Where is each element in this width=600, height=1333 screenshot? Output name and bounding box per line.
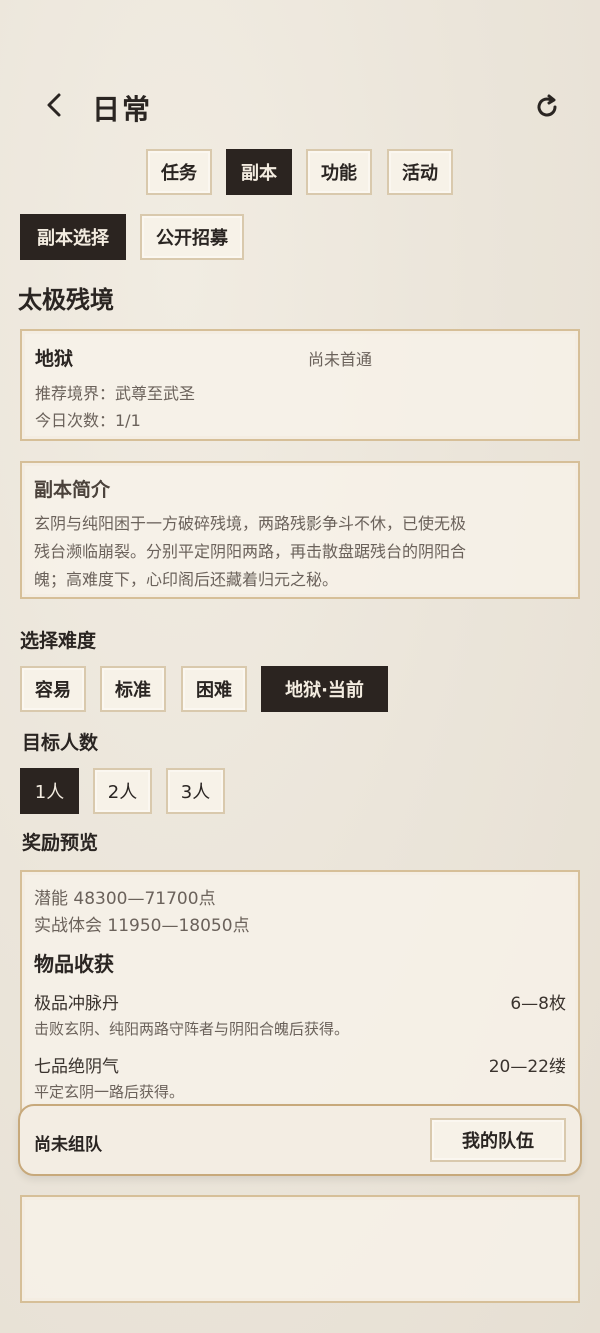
reward-item-name: 七品绝阴气 — [34, 1057, 119, 1077]
my-team-button[interactable]: 我的队伍 — [430, 1118, 566, 1162]
intro-line-2: 残台濒临崩裂。分别平定阴阳两路，再击散盘踞残台的阴阳合 — [34, 542, 467, 561]
page-title: 日常 — [92, 93, 153, 126]
dungeon-intro-card: 副本简介 玄阴与纯阳困于一方破碎残境，两路残影争斗不休，已使无极 残台濒临崩裂。… — [20, 461, 580, 599]
reward-potential: 潜能 48300—71700点 — [34, 889, 216, 909]
tab-tasks[interactable]: 任务 — [146, 149, 212, 195]
tab-activities[interactable]: 活动 — [387, 149, 453, 195]
difficulty-easy-button[interactable]: 容易 — [20, 666, 86, 712]
intro-line-3: 魄；高难度下，心印阁后还藏着归元之秘。 — [34, 570, 339, 589]
difficulty-hard-button[interactable]: 困难 — [181, 666, 247, 712]
team-size-2-button[interactable]: 2人 — [93, 768, 152, 814]
difficulty-info-card: 地狱 尚未首通 推荐境界：武尊至武圣 今日次数：1/1 — [20, 329, 580, 441]
team-size-section-title: 目标人数 — [22, 732, 99, 754]
subtab-dungeon-select[interactable]: 副本选择 — [20, 214, 126, 260]
team-size-1-button[interactable]: 1人 — [20, 768, 79, 814]
team-status-text: 尚未组队 — [34, 1135, 102, 1155]
items-title: 物品收获 — [34, 952, 114, 976]
intro-line-1: 玄阴与纯阳困于一方破碎残境，两路残影争斗不休，已使无极 — [34, 514, 467, 533]
tab-dungeon[interactable]: 副本 — [226, 149, 292, 195]
refresh-icon[interactable] — [532, 92, 562, 122]
team-status-bar: 尚未组队 我的队伍 — [18, 1104, 582, 1176]
reward-item-qty: 20—22缕 — [488, 1057, 566, 1077]
difficulty-normal-button[interactable]: 标准 — [100, 666, 166, 712]
reward-item-desc: 击败玄阴、纯阳两路守阵者与阴阳合魄后获得。 — [34, 1020, 350, 1038]
recommended-realm: 推荐境界：武尊至武圣 — [35, 384, 196, 403]
reward-item-qty: 6—8枚 — [510, 994, 566, 1014]
reward-experience: 实战体会 11950—18050点 — [34, 916, 250, 936]
tab-functions[interactable]: 功能 — [306, 149, 372, 195]
bottom-empty-panel — [20, 1195, 580, 1303]
back-arrow-icon[interactable] — [40, 90, 70, 120]
rewards-section-title: 奖励预览 — [22, 832, 99, 854]
team-size-3-button[interactable]: 3人 — [166, 768, 225, 814]
intro-title: 副本简介 — [34, 479, 111, 501]
difficulty-section-title: 选择难度 — [20, 630, 97, 652]
difficulty-hell-button[interactable]: 地狱·当前 — [261, 666, 388, 712]
rewards-card: 潜能 48300—71700点 实战体会 11950—18050点 物品收获 极… — [20, 870, 580, 1120]
dungeon-name: 太极残境 — [18, 286, 114, 314]
reward-item-desc: 平定玄阴一路后获得。 — [34, 1083, 185, 1101]
reward-item-name: 极品冲脉丹 — [34, 994, 119, 1014]
first-clear-status: 尚未首通 — [308, 350, 373, 369]
difficulty-card-title: 地狱 — [35, 348, 74, 370]
subtab-public-recruit[interactable]: 公开招募 — [140, 214, 244, 260]
today-count: 今日次数：1/1 — [35, 411, 141, 430]
